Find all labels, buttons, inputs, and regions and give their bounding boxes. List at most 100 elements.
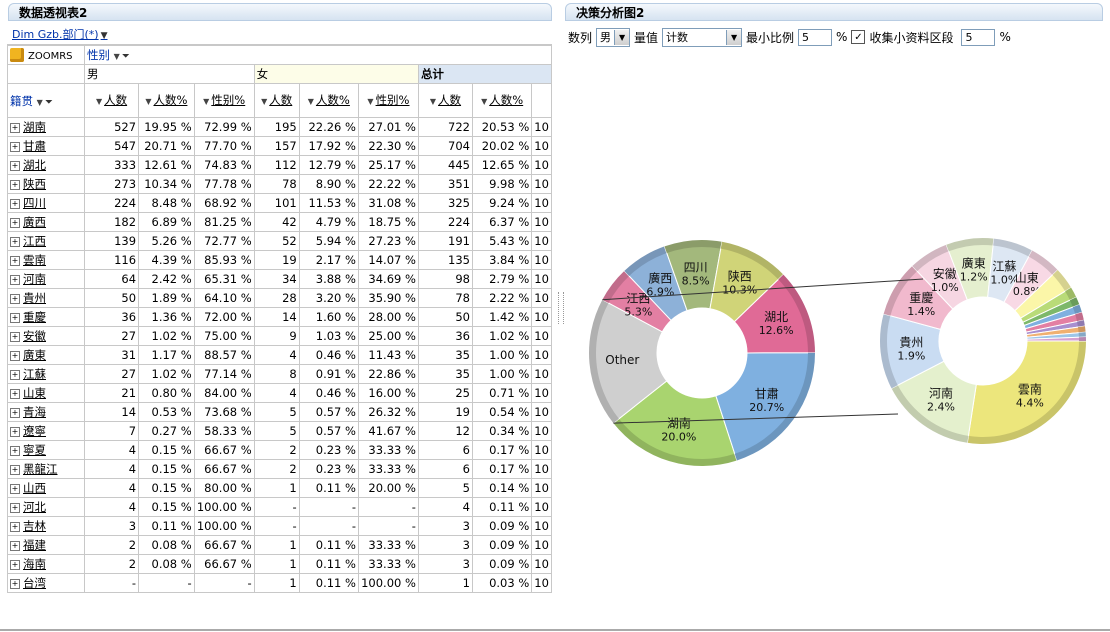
row-header-label[interactable]: 江蘇 [23,367,46,381]
expand-icon[interactable]: + [10,179,20,190]
expand-icon[interactable]: + [10,255,20,266]
chevron-down-icon[interactable]: ▼ [614,29,630,45]
row-header[interactable]: + 山東 [7,383,85,403]
expand-icon[interactable]: + [10,502,20,513]
row-header[interactable]: + 台湾 [7,573,85,593]
row-header[interactable]: + 江蘇 [7,364,85,384]
row-header-label[interactable]: 青海 [23,405,46,419]
header-male-sex-pct[interactable]: ▼ 性别% [193,83,255,118]
row-header-label[interactable]: 甘肅 [23,139,46,153]
row-header[interactable]: + 河北 [7,497,85,517]
min-ratio-input[interactable] [798,28,833,46]
row-header[interactable]: + 廣東 [7,345,85,365]
expand-icon[interactable]: + [10,293,20,304]
sort-arrow-icon[interactable]: ▼ [481,97,487,106]
expand-icon[interactable]: + [10,521,20,532]
expand-icon[interactable]: + [10,198,20,209]
filter-icon[interactable]: ⏷ [122,51,130,62]
row-header-label[interactable]: 寧夏 [23,443,46,457]
sort-arrow-icon[interactable]: ▼ [96,97,102,106]
expand-icon[interactable]: + [10,464,20,475]
row-header-label[interactable]: 山東 [23,386,46,400]
header-female-count[interactable]: ▼ 人数 [253,83,300,118]
row-header[interactable]: + 福建 [7,535,85,555]
expand-icon[interactable]: + [10,331,20,342]
expand-icon[interactable]: + [10,350,20,361]
row-header[interactable]: + 湖南 [7,117,85,137]
filter-icon[interactable]: ⏷ [45,97,53,108]
expand-icon[interactable]: + [10,312,20,323]
expand-icon[interactable]: + [10,217,20,228]
chevron-down-icon[interactable]: ▼ [114,52,120,61]
row-header[interactable]: + 遼寧 [7,421,85,441]
row-header-label[interactable]: 遼寧 [23,424,46,438]
collect-small-checkbox[interactable]: ✓ [851,30,866,44]
chevron-down-icon[interactable]: ▼ [101,31,108,41]
expand-icon[interactable]: + [10,388,20,399]
row-header-label[interactable]: 湖南 [23,120,46,134]
expand-icon[interactable]: + [10,236,20,247]
row-header[interactable]: + 湖北 [7,155,85,175]
header-total-pct[interactable]: ▼ 人数% [471,83,533,118]
row-header-label[interactable]: 廣東 [23,348,46,362]
row-header-label[interactable]: 山西 [23,481,46,495]
sort-arrow-icon[interactable]: ▼ [367,97,373,106]
row-header-label[interactable]: 河南 [23,272,46,286]
row-header-label[interactable]: 福建 [23,538,46,552]
row-header-label[interactable]: 貴州 [23,291,46,305]
sort-arrow-icon[interactable]: ▼ [145,97,151,106]
row-header[interactable]: + 河南 [7,269,85,289]
row-header-label[interactable]: 重慶 [23,310,46,324]
expand-icon[interactable]: + [10,445,20,456]
expand-icon[interactable]: + [10,426,20,437]
row-header[interactable]: + 青海 [7,402,85,422]
row-header[interactable]: + 江西 [7,231,85,251]
row-header[interactable]: + 吉林 [7,516,85,536]
row-header-label[interactable]: 江西 [23,234,46,248]
chevron-down-icon[interactable]: ▼ [726,29,742,45]
sort-arrow-icon[interactable]: ▼ [203,97,209,106]
sort-arrow-icon[interactable]: ▼ [430,97,436,106]
expand-icon[interactable]: + [10,122,20,133]
expand-icon[interactable]: + [10,483,20,494]
row-header-label[interactable]: 四川 [23,196,46,210]
row-header[interactable]: + 廣西 [7,212,85,232]
expand-icon[interactable]: + [10,559,20,570]
chevron-down-icon[interactable]: ▼ [37,98,43,107]
sort-arrow-icon[interactable]: ▼ [308,97,314,106]
header-female-sex-pct[interactable]: ▼ 性别% [357,83,419,118]
row-header[interactable]: + 海南 [7,554,85,574]
header-male-count[interactable]: ▼ 人数 [83,83,140,118]
expand-icon[interactable]: + [10,578,20,589]
header-total-count[interactable]: ▼ 人数 [417,83,474,118]
row-header-label[interactable]: 廣西 [23,215,46,229]
row-header-label[interactable]: 安徽 [23,329,46,343]
header-male-pct[interactable]: ▼ 人数% [138,83,195,118]
expand-icon[interactable]: + [10,160,20,171]
row-header[interactable]: + 貴州 [7,288,85,308]
expand-icon[interactable]: + [10,407,20,418]
row-header[interactable]: + 陕西 [7,174,85,194]
expand-icon[interactable]: + [10,369,20,380]
row-header[interactable]: + 安徽 [7,326,85,346]
dimension-filter-link[interactable]: Dim Gzb.部门(*) ▼ [12,26,108,42]
row-field-button[interactable]: 籍贯 ▼ ⏷ [7,83,85,118]
row-header-label[interactable]: 海南 [23,557,46,571]
row-header-label[interactable]: 湖北 [23,158,46,172]
row-header-label[interactable]: 雲南 [23,253,46,267]
row-header-label[interactable]: 河北 [23,500,46,514]
row-header[interactable]: + 雲南 [7,250,85,270]
row-header[interactable]: + 四川 [7,193,85,213]
header-female-pct[interactable]: ▼ 人数% [298,83,359,118]
sort-arrow-icon[interactable]: ▼ [261,97,267,106]
row-header[interactable]: + 山西 [7,478,85,498]
row-header[interactable]: + 重慶 [7,307,85,327]
column-field-button[interactable]: 性别 ▼ ⏷ [83,45,552,65]
expand-icon[interactable]: + [10,141,20,152]
row-header-label[interactable]: 台湾 [23,576,46,590]
measure-select[interactable]: 计数 ▼ [662,27,743,47]
expand-icon[interactable]: + [10,274,20,285]
collect-small-input[interactable] [961,28,996,46]
row-header-label[interactable]: 黑龍江 [23,462,58,476]
row-header[interactable]: + 甘肅 [7,136,85,156]
